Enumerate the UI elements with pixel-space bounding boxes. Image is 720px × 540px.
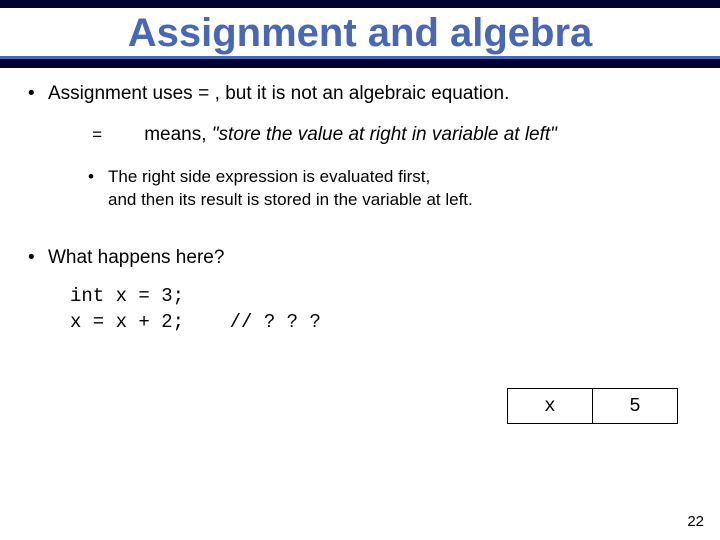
- variable-value-cell: 5: [593, 389, 678, 424]
- variable-name-cell: x: [508, 389, 593, 424]
- equals-sign: =: [198, 83, 209, 105]
- equals-sign: =: [92, 127, 102, 146]
- variable-table: x 5: [507, 388, 678, 424]
- code-block: int x = 3; x = x + 2; // ? ? ?: [70, 284, 694, 335]
- bullet-list: Assignment uses = , but it is not an alg…: [26, 82, 694, 336]
- page-number: 22: [687, 513, 704, 530]
- title-bar: Assignment and algebra: [0, 0, 720, 68]
- bullet-assignment-uses: Assignment uses = , but it is not an alg…: [26, 82, 694, 212]
- text: What happens here?: [48, 247, 224, 268]
- sub-bullet-evaluation: The right side expression is evaluated f…: [88, 166, 694, 212]
- text: , but it is not an algebraic equation.: [209, 83, 509, 104]
- text: and then its result is stored in the var…: [108, 190, 473, 209]
- means-row: = means, "store the value at right in var…: [92, 123, 694, 148]
- bullet-what-happens: What happens here? int x = 3; x = x + 2;…: [26, 246, 694, 336]
- sub-bullet-list: The right side expression is evaluated f…: [88, 166, 694, 212]
- code-line: int x = 3;: [70, 285, 184, 307]
- means-label: means,: [144, 124, 206, 145]
- text: Assignment uses: [48, 83, 198, 104]
- slide: Assignment and algebra Assignment uses =…: [0, 0, 720, 540]
- code-line: x = x + 2; // ? ? ?: [70, 311, 321, 333]
- means-quote: "store the value at right in variable at…: [207, 124, 557, 145]
- slide-body: Assignment uses = , but it is not an alg…: [0, 68, 720, 336]
- text: The right side expression is evaluated f…: [108, 167, 430, 186]
- slide-title: Assignment and algebra: [0, 8, 720, 59]
